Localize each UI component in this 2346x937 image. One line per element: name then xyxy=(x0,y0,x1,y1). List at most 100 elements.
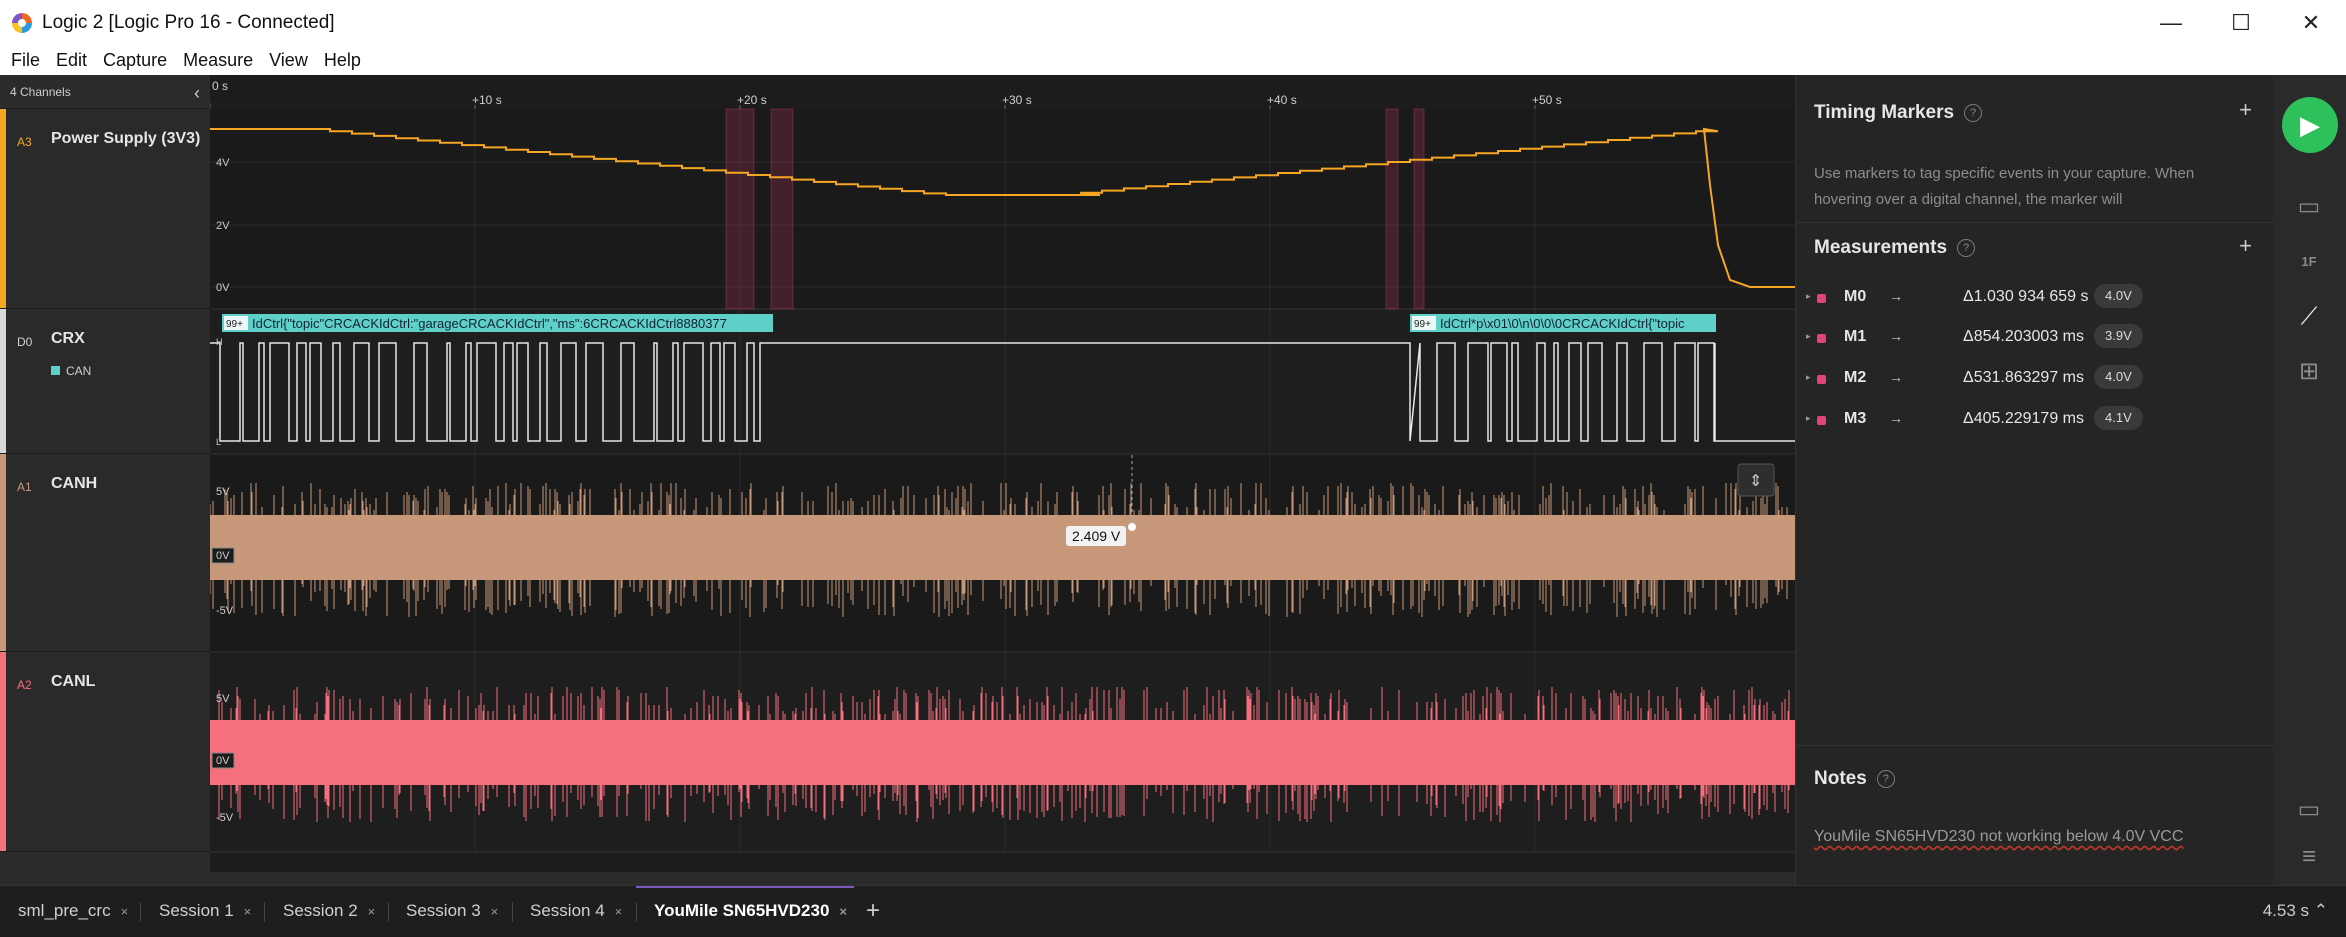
measurement-region-m0[interactable] xyxy=(725,108,755,310)
channel-color-bar xyxy=(0,454,6,651)
timeline-label: +40 s xyxy=(1267,93,1297,107)
chat-icon[interactable]: ▭ xyxy=(2294,795,2324,825)
help-icon[interactable]: ? xyxy=(1876,770,1895,788)
measure-icon[interactable]: ⟋ xyxy=(2294,302,2324,332)
channel-row-canl[interactable]: A2 CANL xyxy=(0,652,210,852)
measurement-region-m3[interactable] xyxy=(1413,108,1425,310)
channel-name[interactable]: Power Supply (3V3) xyxy=(51,130,200,148)
measurement-row-m0[interactable]: ▸ M0 → Δ1.030 934 659 s 4.0V xyxy=(1796,279,2274,317)
tab-session-1[interactable]: Session 1 × xyxy=(141,886,251,936)
device-icon[interactable]: ▭ xyxy=(2294,192,2324,222)
measurement-region-m1[interactable] xyxy=(770,108,794,310)
menu-edit[interactable]: Edit xyxy=(56,50,87,71)
collapse-panel-icon[interactable]: ‹ xyxy=(194,83,200,104)
add-tab-button[interactable]: + xyxy=(866,886,880,936)
ps-axis-label: 4V xyxy=(216,157,230,169)
tab-session-4[interactable]: Session 4 × xyxy=(512,886,622,936)
analyzer-label[interactable]: CAN xyxy=(51,364,91,378)
menu-measure[interactable]: Measure xyxy=(183,50,253,71)
menu-view[interactable]: View xyxy=(269,50,308,71)
notes-section xyxy=(1796,745,2274,885)
start-capture-button[interactable]: ▶ xyxy=(2282,97,2338,153)
channel-color-bar xyxy=(0,309,6,453)
menu-capture[interactable]: Capture xyxy=(103,50,167,71)
canl-axis-label: 5V xyxy=(216,693,230,705)
measurement-row-m3[interactable]: ▸ M3 → Δ405.229179 ms 4.1V xyxy=(1796,401,2274,439)
channel-name[interactable]: CANL xyxy=(51,673,95,691)
expand-icon: ⇕ xyxy=(1749,471,1762,490)
decode-frame-text: IdCtrl{"topic"CRCACKIdCtrl:"garageCRCACK… xyxy=(252,316,727,331)
close-tab-icon[interactable]: × xyxy=(839,904,847,919)
close-tab-icon[interactable]: × xyxy=(491,904,499,919)
measurement-value: Δ531.863297 ms xyxy=(1963,369,2084,386)
help-icon[interactable]: ? xyxy=(1964,104,1983,122)
expand-triangle-icon[interactable]: ▸ xyxy=(1806,372,1811,383)
power-supply-track[interactable] xyxy=(210,109,1795,309)
maximize-button[interactable]: ☐ xyxy=(2206,0,2276,46)
measurement-row-m1[interactable]: ▸ M1 → Δ854.203003 ms 3.9V xyxy=(1796,319,2274,357)
measurement-chip: 4.0V xyxy=(2094,365,2143,389)
extensions-icon[interactable]: ⊞ xyxy=(2294,357,2324,387)
channel-row-canh[interactable]: A1 CANH xyxy=(0,454,210,652)
close-window-button[interactable]: ✕ xyxy=(2276,0,2346,46)
measurement-row-m2[interactable]: ▸ M2 → Δ531.863297 ms 4.0V xyxy=(1796,360,2274,398)
channel-row-crx[interactable]: D0 CRX CAN xyxy=(0,309,210,454)
canh-waveform-band[interactable] xyxy=(210,515,1795,580)
analyzer-color-swatch xyxy=(51,366,60,375)
channel-name[interactable]: CANH xyxy=(51,475,97,493)
arrow-right-icon[interactable]: → xyxy=(1889,328,1903,344)
help-icon[interactable]: ? xyxy=(1957,239,1976,257)
tab-youmile-sn65hvd230[interactable]: YouMile SN65HVD230 × xyxy=(636,886,854,936)
add-measurement-button[interactable]: + xyxy=(2239,233,2252,259)
measurement-region-m2[interactable] xyxy=(1385,108,1399,310)
close-tab-icon[interactable]: × xyxy=(244,904,252,919)
arrow-right-icon[interactable]: → xyxy=(1889,410,1903,426)
tab-label: Session 1 xyxy=(159,901,234,920)
measurement-name: M1 xyxy=(1844,328,1867,345)
channel-row-power-supply[interactable]: A3 Power Supply (3V3) xyxy=(0,109,210,309)
measurement-color-dot xyxy=(1817,334,1826,343)
tab-session-3[interactable]: Session 3 × xyxy=(388,886,498,936)
analyzer-icon[interactable]: 1F xyxy=(2294,247,2324,277)
horizontal-scrollbar[interactable] xyxy=(210,872,1795,885)
expand-triangle-icon[interactable]: ▸ xyxy=(1806,413,1811,424)
channels-count-label: 4 Channels xyxy=(10,84,71,99)
tab-label: Session 3 xyxy=(406,901,481,920)
canh-axis-label: -5V xyxy=(216,605,234,617)
measurement-color-dot xyxy=(1817,375,1826,384)
expand-triangle-icon[interactable]: ▸ xyxy=(1806,331,1811,342)
tab-session-2[interactable]: Session 2 × xyxy=(265,886,375,936)
expand-triangle-icon[interactable]: ▸ xyxy=(1806,291,1811,302)
canl-axis-label: -5V xyxy=(216,812,234,824)
channel-color-bar xyxy=(0,109,6,308)
close-tab-icon[interactable]: × xyxy=(615,904,623,919)
waveform-plot-area[interactable]: 0 s +10 s +20 s +30 s +40 s +50 s 4V 2V … xyxy=(210,75,1795,885)
add-marker-button[interactable]: + xyxy=(2239,97,2252,123)
zoom-level[interactable]: 4.53 s ⌃ xyxy=(2263,886,2328,936)
measurement-name: M3 xyxy=(1844,410,1867,427)
channel-id: A3 xyxy=(17,135,32,149)
close-tab-icon[interactable]: × xyxy=(121,904,129,919)
notes-textarea[interactable]: YouMile SN65HVD230 not working below 4.0… xyxy=(1814,828,2183,846)
canl-waveform-band[interactable] xyxy=(210,720,1795,785)
value-tooltip-text: 2.409 V xyxy=(1072,528,1121,544)
decode-count: 99+ xyxy=(1414,319,1431,330)
arrow-right-icon[interactable]: → xyxy=(1889,369,1903,385)
menu-help[interactable]: Help xyxy=(324,50,361,71)
measurement-name: M2 xyxy=(1844,369,1867,386)
menu-file[interactable]: File xyxy=(11,50,40,71)
canh-axis-label: 0V xyxy=(216,550,230,562)
close-tab-icon[interactable]: × xyxy=(368,904,376,919)
minimize-button[interactable]: — xyxy=(2136,0,2206,46)
menu-icon[interactable]: ≡ xyxy=(2294,842,2324,872)
measurement-value: Δ854.203003 ms xyxy=(1963,328,2084,345)
tab-sml-pre-crc[interactable]: sml_pre_crc × xyxy=(0,886,128,936)
analyzer-name: CAN xyxy=(66,364,92,378)
ps-axis-label: 0V xyxy=(216,282,230,294)
timeline-label: +50 s xyxy=(1532,93,1562,107)
notes-title-text: Notes xyxy=(1814,768,1867,789)
waveform-svg[interactable]: 0 s +10 s +20 s +30 s +40 s +50 s 4V 2V … xyxy=(210,75,1795,885)
arrow-right-icon[interactable]: → xyxy=(1889,288,1903,304)
right-panel: Timing Markers? + Use markers to tag spe… xyxy=(1795,75,2274,885)
channel-name[interactable]: CRX xyxy=(51,330,85,348)
